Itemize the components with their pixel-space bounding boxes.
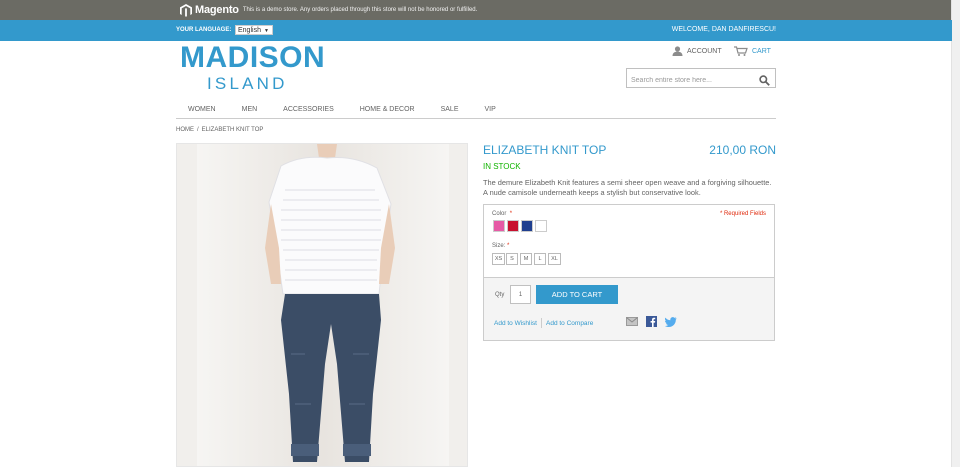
add-to-cart-box: Qty 1 ADD TO CART Add to Wishlist Add to… — [483, 277, 775, 341]
email-share-button[interactable] — [626, 317, 638, 326]
breadcrumb: HOME / ELIZABETH KNIT TOP — [176, 127, 263, 133]
size-label: Size: * — [492, 243, 509, 249]
color-swatch-red[interactable] — [507, 220, 519, 232]
magento-logo: Magento — [180, 3, 239, 17]
product-name: ELIZABETH KNIT TOP — [483, 143, 607, 157]
twitter-share-button[interactable] — [665, 316, 677, 327]
brand-logo-line2[interactable]: ISLAND — [207, 74, 288, 94]
product-options: Color * * Required Fields Size: * XS S M… — [483, 204, 775, 277]
search-icon — [759, 75, 770, 86]
nav-item-sale[interactable]: SALE — [428, 102, 472, 118]
cart-icon — [734, 46, 748, 56]
search-button[interactable] — [759, 73, 770, 91]
required-star: * — [507, 243, 510, 249]
color-swatch-pink[interactable] — [493, 220, 505, 232]
nav-item-accessories[interactable]: ACCESSORIES — [270, 102, 347, 118]
page-scrollbar[interactable] — [951, 0, 960, 467]
user-icon — [672, 46, 683, 56]
demo-notice-bar: Magento This is a demo store. Any orders… — [0, 0, 952, 20]
size-label-text: Size: — [492, 243, 506, 249]
color-swatch-white[interactable] — [535, 220, 547, 232]
facebook-icon — [646, 316, 657, 327]
breadcrumb-separator: / — [197, 127, 199, 133]
share-links — [626, 316, 685, 327]
header-bar: YOUR LANGUAGE: English ▼ WELCOME, DAN DA… — [0, 20, 952, 41]
qty-input[interactable]: 1 — [510, 285, 531, 304]
model-photo — [197, 144, 449, 466]
search-input[interactable] — [627, 71, 761, 90]
links-divider — [541, 318, 542, 328]
magento-logo-text: Magento — [195, 4, 239, 16]
email-icon — [626, 317, 638, 326]
add-to-wishlist-link[interactable]: Add to Wishlist — [494, 320, 537, 327]
nav-item-home-decor[interactable]: HOME & DECOR — [347, 102, 428, 118]
brand-logo-line1[interactable]: MADISON — [180, 41, 325, 75]
demo-notice-text: This is a demo store. Any orders placed … — [242, 7, 478, 13]
cart-link[interactable]: CART — [734, 46, 771, 56]
search-box — [626, 68, 776, 91]
welcome-message: WELCOME, DAN DANFIRESCU! — [671, 26, 776, 33]
product-links: Add to Wishlist Add to Compare — [494, 318, 593, 328]
product-image[interactable] — [176, 143, 468, 467]
required-fields-note: * Required Fields — [719, 211, 766, 217]
magento-logo-icon — [180, 3, 192, 17]
product-price: 210,00 RON — [709, 143, 776, 157]
size-option-s[interactable]: S — [506, 253, 518, 265]
language-select[interactable]: English ▼ — [235, 25, 273, 35]
color-swatch-navy[interactable] — [521, 220, 533, 232]
breadcrumb-current: ELIZABETH KNIT TOP — [201, 127, 264, 133]
account-label: ACCOUNT — [687, 47, 722, 55]
language-label: YOUR LANGUAGE: — [176, 27, 232, 33]
main-nav: WOMEN MEN ACCESSORIES HOME & DECOR SALE … — [176, 102, 776, 119]
color-label: Color * — [492, 211, 512, 217]
twitter-icon — [665, 316, 677, 327]
size-option-m[interactable]: M — [520, 253, 532, 265]
nav-item-men[interactable]: MEN — [229, 102, 271, 118]
product-description: The demure Elizabeth Knit features a sem… — [483, 178, 772, 197]
cart-label: CART — [752, 47, 771, 55]
qty-label: Qty — [495, 292, 505, 298]
size-option-xs[interactable]: XS — [492, 253, 505, 265]
nav-item-vip[interactable]: VIP — [472, 102, 509, 118]
breadcrumb-home-link[interactable]: HOME — [176, 127, 194, 133]
chevron-down-icon: ▼ — [264, 28, 269, 34]
color-label-text: Color — [492, 211, 507, 217]
account-link[interactable]: ACCOUNT — [672, 46, 722, 56]
add-to-compare-link[interactable]: Add to Compare — [546, 320, 593, 327]
nav-item-women[interactable]: WOMEN — [176, 102, 229, 118]
facebook-share-button[interactable] — [646, 316, 657, 327]
language-select-value: English — [238, 27, 261, 34]
add-to-cart-button[interactable]: ADD TO CART — [536, 285, 618, 304]
required-star: * — [509, 211, 513, 217]
size-option-l[interactable]: L — [534, 253, 546, 265]
stock-status: IN STOCK — [483, 162, 521, 171]
size-option-xl[interactable]: XL — [548, 253, 561, 265]
